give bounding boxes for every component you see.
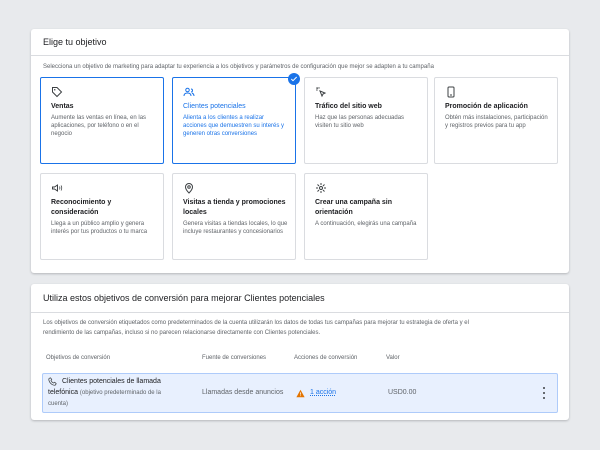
phone-icon: [447, 86, 455, 98]
goal-title: Tráfico del sitio web: [315, 103, 382, 110]
location-pin-icon: [184, 183, 194, 194]
goal-description: Genera visitas a tiendas locales, lo que…: [183, 221, 288, 235]
default-goal-note: (objetivo predeterminado de la: [79, 390, 161, 396]
megaphone-icon: [52, 184, 63, 192]
conversion-description-line2: rendimiento de las campañas, incluso si …: [43, 330, 321, 336]
tag-icon: [52, 87, 63, 98]
column-header-value: Valor: [386, 355, 400, 361]
goal-title: Clientes potenciales: [183, 103, 246, 110]
goal-description: Llega a un público amplio y genera inter…: [51, 221, 148, 235]
cursor-click-icon: [316, 87, 327, 98]
goal-name-line2: telefónica (objetivo predeterminado de l…: [48, 389, 161, 396]
selected-check-icon: [288, 73, 300, 85]
objective-card-title: Elige tu objetivo: [43, 37, 107, 47]
goal-description: Aumente las ventas en línea, en las apli…: [51, 115, 147, 137]
conversion-actions-link[interactable]: 1 acción: [310, 389, 336, 396]
goal-tile-store-visits[interactable]: Visitas a tienda y promociones locales G…: [172, 173, 296, 260]
goal-name-line2-text: telefónica: [48, 389, 78, 396]
warning-icon: [296, 389, 305, 398]
objective-description: Selecciona un objetivo de marketing para…: [43, 64, 434, 70]
conversion-value: USD0.00: [388, 389, 417, 396]
goal-title: Crear una campaña sin orientación: [315, 199, 393, 216]
goal-tile-awareness[interactable]: Reconocimiento y consideración Llega a u…: [40, 173, 164, 260]
goal-tile-no-guidance[interactable]: Crear una campaña sin orientación A cont…: [304, 173, 428, 260]
goal-title: Promoción de aplicación: [445, 103, 528, 110]
gear-icon: [316, 183, 326, 193]
goal-tile-app-promotion[interactable]: Promoción de aplicación Obtén más instal…: [434, 77, 558, 164]
goal-description: Alienta a los clientes a realizar accion…: [183, 115, 285, 137]
goal-title: Reconocimiento y consideración: [51, 199, 112, 216]
goal-tile-website-traffic[interactable]: Tráfico del sitio web Haz que las person…: [304, 77, 428, 164]
conversion-description-line1: Los objetivos de conversión etiquetados …: [43, 320, 469, 326]
divider: [31, 312, 569, 313]
goal-description: Haz que las personas adecuadas visiten t…: [315, 115, 405, 129]
divider: [31, 55, 569, 56]
goal-tile-leads[interactable]: Clientes potenciales Alienta a los clien…: [172, 77, 296, 164]
goal-name-line1: Clientes potenciales de llamada: [62, 378, 161, 385]
goal-title: Visitas a tienda y promociones locales: [183, 199, 286, 216]
column-header-source: Fuente de conversiones: [202, 355, 267, 361]
goal-tile-sales[interactable]: Ventas Aumente las ventas en línea, en l…: [40, 77, 164, 164]
conversion-card-title: Utiliza estos objetivos de conversión pa…: [43, 293, 325, 303]
goal-description: Obtén más instalaciones, participación y…: [445, 115, 548, 129]
people-icon: [183, 87, 195, 97]
default-goal-note-line2: cuenta): [48, 401, 69, 407]
column-header-actions: Acciones de conversión: [294, 355, 358, 361]
phone-call-icon: [48, 377, 57, 386]
goal-description: A continuación, elegirás una campaña: [315, 221, 417, 227]
column-header-goals: Objetivos de conversión: [46, 355, 111, 361]
goal-title: Ventas: [51, 103, 74, 110]
more-options-icon[interactable]: [541, 387, 547, 399]
conversion-source: Llamadas desde anuncios: [202, 389, 284, 396]
